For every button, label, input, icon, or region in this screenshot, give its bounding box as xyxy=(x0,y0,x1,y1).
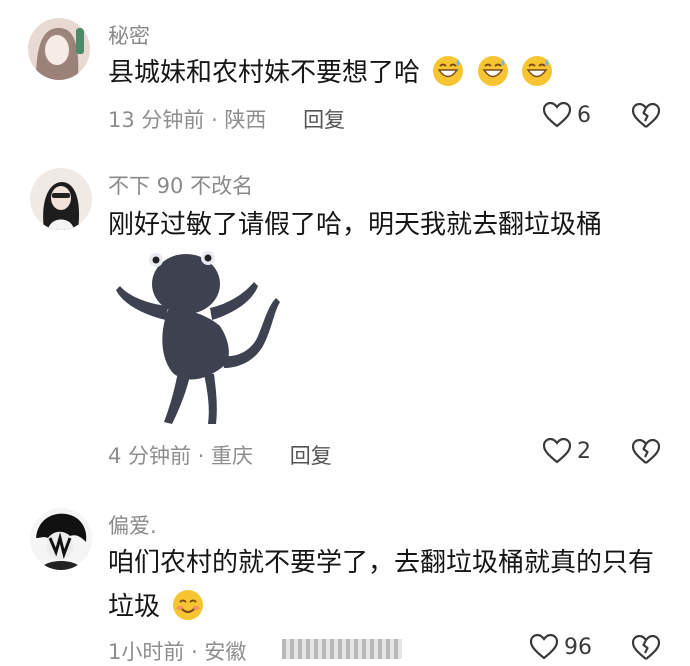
broken-heart-icon[interactable] xyxy=(632,103,660,129)
comment-meta: 13 分钟前 · 陕西 回复 xyxy=(108,104,345,134)
like-count: 6 xyxy=(577,102,591,128)
comment-text-body: 县城妹和农村妹不要想了哈 xyxy=(108,58,421,88)
blurred-reply-placeholder xyxy=(282,639,402,659)
timestamp-location: 1小时前 · 安徽 xyxy=(108,640,247,664)
broken-heart-icon[interactable] xyxy=(632,635,660,661)
username[interactable]: 秘密 xyxy=(108,20,150,50)
comment-2: 不下 90 不改名 刚好过敏了请假了哈，明天我就去翻垃圾桶 4 分钟前 · 重庆… xyxy=(0,150,690,490)
like-button[interactable]: 6 xyxy=(543,102,591,128)
comment-text-line-1: 咱们农村的就不要学了，去翻垃圾桶就真的只有 xyxy=(108,548,655,578)
grinning-sweat-emoji xyxy=(433,56,464,86)
comment-1: 秘密 县城妹和农村妹不要想了哈 13 分钟前 · 陕西 回复 6 xyxy=(0,0,690,150)
comment-meta: 1小时前 · 安徽 xyxy=(108,636,246,666)
avatar[interactable] xyxy=(28,18,90,80)
like-button[interactable]: 2 xyxy=(543,438,591,464)
comment-meta: 4 分钟前 · 重庆 回复 xyxy=(108,440,332,470)
broken-heart-icon[interactable] xyxy=(632,439,660,465)
comment-text-line-2: 垃圾 xyxy=(108,584,204,630)
avatar[interactable] xyxy=(30,508,92,570)
grinning-sweat-emoji xyxy=(477,56,508,86)
reply-button[interactable]: 回复 xyxy=(290,444,332,468)
username[interactable]: 不下 90 不改名 xyxy=(108,170,253,200)
like-count: 96 xyxy=(564,634,592,660)
timestamp-location: 4 分钟前 · 重庆 xyxy=(108,444,254,468)
heart-icon xyxy=(543,102,571,128)
grinning-sweat-emoji xyxy=(521,56,552,86)
comment-text-body: 垃圾 xyxy=(108,592,161,622)
heart-icon xyxy=(543,438,571,464)
heart-icon xyxy=(530,634,558,660)
timestamp-location: 13 分钟前 · 陕西 xyxy=(108,108,267,132)
smiling-blush-emoji xyxy=(173,590,204,620)
like-button[interactable]: 96 xyxy=(530,634,592,660)
like-count: 2 xyxy=(577,438,591,464)
comment-3: 偏爱. 咱们农村的就不要学了，去翻垃圾桶就真的只有 垃圾 1小时前 · 安徽 9… xyxy=(0,490,690,666)
dancing-black-creature-sticker[interactable] xyxy=(108,246,288,436)
comment-text: 刚好过敏了请假了哈，明天我就去翻垃圾桶 xyxy=(108,210,603,240)
reply-button[interactable]: 回复 xyxy=(303,108,345,132)
comment-text: 县城妹和农村妹不要想了哈 xyxy=(108,50,553,96)
username[interactable]: 偏爱. xyxy=(108,510,157,540)
avatar[interactable] xyxy=(30,168,92,230)
